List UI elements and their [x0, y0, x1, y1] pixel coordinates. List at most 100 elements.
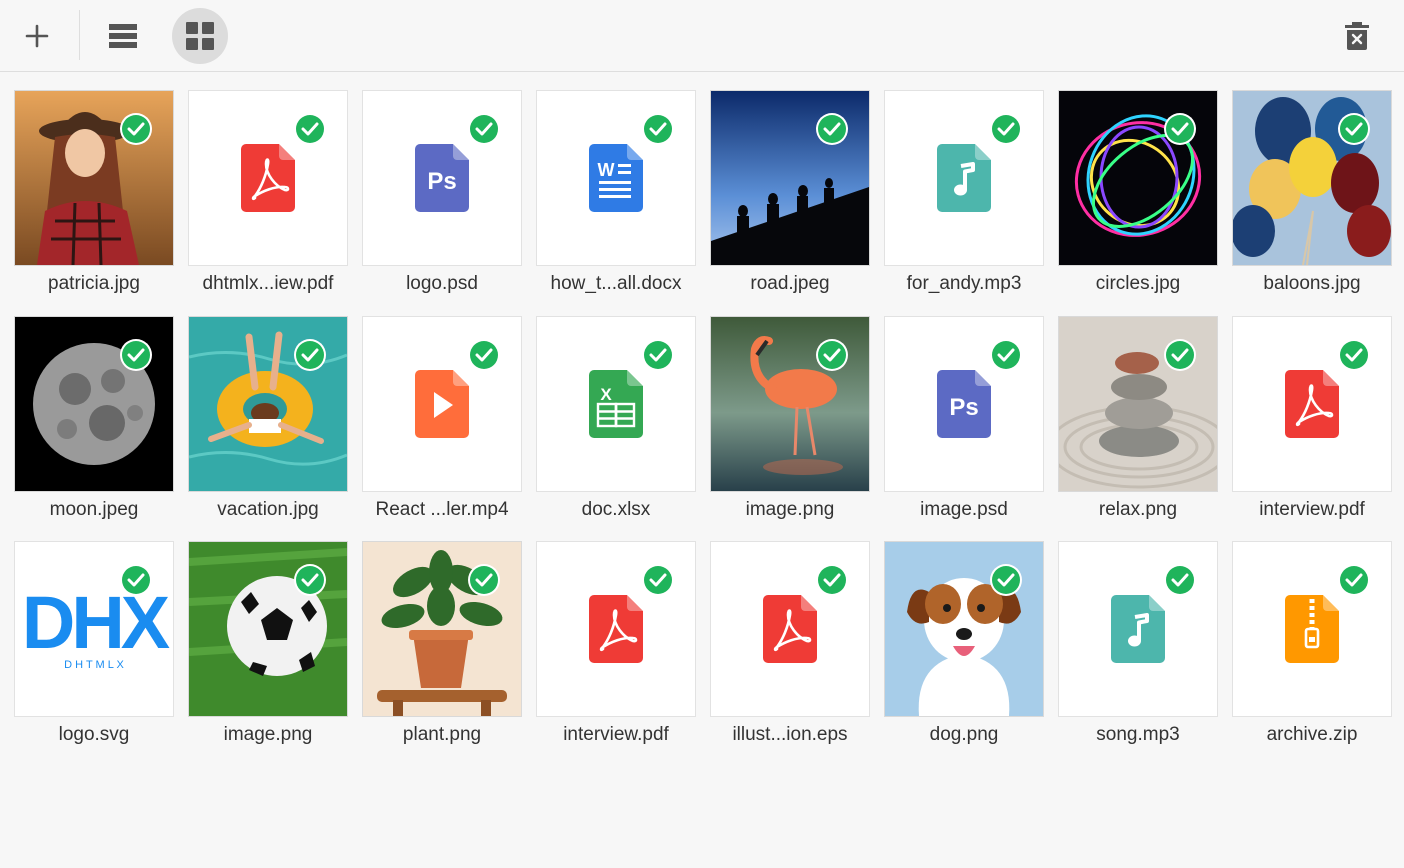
file-item[interactable]: interview.pdf [536, 541, 696, 751]
selected-check-icon[interactable] [122, 115, 150, 143]
file-thumbnail [188, 541, 348, 717]
psd-file-icon: Ps [415, 144, 469, 212]
selected-check-icon[interactable] [470, 566, 498, 594]
svg-text:X: X [600, 385, 612, 404]
file-name: song.mp3 [1096, 724, 1180, 745]
selected-check-icon[interactable] [1340, 566, 1368, 594]
docx-file-icon: W [589, 144, 643, 212]
hikers-silhouette-image [711, 91, 869, 265]
video-file-icon [415, 370, 469, 438]
moon-image [15, 317, 173, 491]
file-name: doc.xlsx [581, 499, 651, 520]
file-name: dhtmlx...iew.pdf [202, 273, 334, 294]
file-thumbnail: DHX D H T M L X [14, 541, 174, 717]
file-name: archive.zip [1266, 724, 1358, 745]
file-thumbnail [884, 541, 1044, 717]
file-item[interactable]: illust...ion.eps [710, 541, 870, 751]
file-item[interactable]: Ps image.psd [884, 316, 1044, 526]
file-item[interactable]: road.jpeg [710, 90, 870, 300]
file-thumbnail: X [536, 316, 696, 492]
selected-check-icon[interactable] [470, 341, 498, 369]
selected-check-icon[interactable] [296, 115, 324, 143]
file-item[interactable]: relax.png [1058, 316, 1218, 526]
file-item[interactable]: song.mp3 [1058, 541, 1218, 751]
selected-check-icon[interactable] [122, 566, 150, 594]
selected-check-icon[interactable] [992, 566, 1020, 594]
selected-check-icon[interactable] [992, 115, 1020, 143]
file-item[interactable]: X doc.xlsx [536, 316, 696, 526]
file-item[interactable]: W how_t...all.docx [536, 90, 696, 300]
selected-check-icon[interactable] [644, 341, 672, 369]
file-thumbnail: Ps [884, 316, 1044, 492]
file-name: interview.pdf [1259, 499, 1365, 520]
file-item[interactable]: dhtmlx...iew.pdf [188, 90, 348, 300]
logo-subtext: D H T M L X [64, 659, 124, 671]
swim-ring-image [189, 317, 347, 491]
audio-file-icon [1111, 595, 1165, 663]
archive-file-icon [1285, 595, 1339, 663]
selected-check-icon[interactable] [644, 566, 672, 594]
file-item[interactable]: Ps logo.psd [362, 90, 522, 300]
file-item[interactable]: dog.png [884, 541, 1044, 751]
selected-check-icon[interactable] [1340, 115, 1368, 143]
file-name: baloons.jpg [1263, 273, 1361, 294]
selected-check-icon[interactable] [818, 566, 846, 594]
file-name: dog.png [929, 724, 999, 745]
file-name: image.png [745, 499, 835, 520]
file-name: moon.jpeg [49, 499, 139, 520]
file-item[interactable]: baloons.jpg [1232, 90, 1392, 300]
pdf-file-icon [241, 144, 295, 212]
file-item[interactable]: moon.jpeg [14, 316, 174, 526]
selected-check-icon[interactable] [1166, 115, 1194, 143]
selected-check-icon[interactable] [1166, 566, 1194, 594]
file-thumbnail [14, 90, 174, 266]
flamingo-image [711, 317, 869, 491]
file-item[interactable]: DHX D H T M L X logo.svg [14, 541, 174, 751]
file-name: how_t...all.docx [550, 273, 682, 294]
selected-check-icon[interactable] [1340, 341, 1368, 369]
file-thumbnail [1232, 316, 1392, 492]
file-thumbnail: Ps [362, 90, 522, 266]
selected-check-icon[interactable] [296, 566, 324, 594]
file-item[interactable]: plant.png [362, 541, 522, 751]
file-thumbnail [1232, 541, 1392, 717]
xlsx-file-icon: X [589, 370, 643, 438]
file-name: patricia.jpg [48, 273, 140, 294]
file-thumbnail [1058, 541, 1218, 717]
selected-check-icon[interactable] [122, 341, 150, 369]
file-item[interactable]: archive.zip [1232, 541, 1392, 751]
stones-image [1059, 317, 1217, 491]
potted-plant-image [363, 542, 521, 716]
svg-text:W: W [598, 160, 615, 180]
light-circles-image [1059, 91, 1217, 265]
file-name: logo.svg [58, 724, 130, 745]
svg-text:Ps: Ps [427, 168, 456, 195]
file-thumbnail [188, 316, 348, 492]
selected-check-icon[interactable] [470, 115, 498, 143]
file-thumbnail [884, 90, 1044, 266]
file-item[interactable]: interview.pdf [1232, 316, 1392, 526]
selected-check-icon[interactable] [818, 341, 846, 369]
file-name: relax.png [1098, 499, 1178, 520]
file-thumbnail [14, 316, 174, 492]
file-item[interactable]: image.png [188, 541, 348, 751]
selected-check-icon[interactable] [644, 115, 672, 143]
file-item[interactable]: for_andy.mp3 [884, 90, 1044, 300]
file-item[interactable]: React ...ler.mp4 [362, 316, 522, 526]
file-thumbnail [1058, 90, 1218, 266]
file-item[interactable]: image.png [710, 316, 870, 526]
file-thumbnail [362, 541, 522, 717]
selected-check-icon[interactable] [1166, 341, 1194, 369]
file-name: for_andy.mp3 [906, 273, 1022, 294]
woman-in-hat-image [15, 91, 173, 265]
selected-check-icon[interactable] [992, 341, 1020, 369]
audio-file-icon [937, 144, 991, 212]
selected-check-icon[interactable] [296, 341, 324, 369]
selected-check-icon[interactable] [818, 115, 846, 143]
file-item[interactable]: vacation.jpg [188, 316, 348, 526]
file-item[interactable]: circles.jpg [1058, 90, 1218, 300]
file-item[interactable]: patricia.jpg [14, 90, 174, 300]
file-name: logo.psd [406, 273, 478, 294]
soccer-ball-image [189, 542, 347, 716]
pdf-file-icon [1285, 370, 1339, 438]
